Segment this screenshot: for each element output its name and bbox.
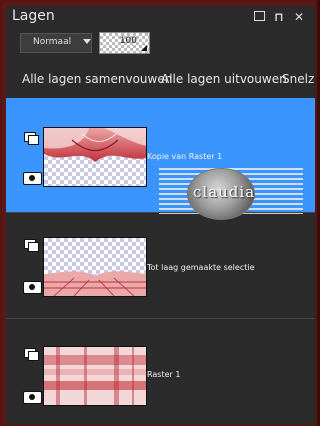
quick-button[interactable]: Snelz — [282, 72, 314, 86]
watermark-text: claudia — [193, 183, 256, 201]
layer-row[interactable]: Tot laag gemaakte selectie — [6, 212, 315, 319]
pin-icon[interactable]: ⊓ — [272, 10, 286, 24]
thumbnail-art — [44, 128, 146, 162]
panel-titlebar[interactable]: Lagen ⊓ ✕ — [6, 6, 315, 28]
visibility-eye-icon[interactable] — [23, 391, 42, 404]
thumbnail-art — [44, 347, 146, 405]
blend-mode-value: Normaal — [33, 37, 72, 47]
opacity-value: 100 — [119, 36, 137, 46]
chevron-down-icon — [83, 39, 91, 44]
restore-icon[interactable] — [252, 10, 266, 24]
window-frame: Lagen ⊓ ✕ Normaal 100 Alle lagen samenvo… — [0, 0, 317, 426]
layer-thumbnail[interactable] — [43, 346, 147, 406]
layer-name: Tot laag gemaakte selectie — [147, 263, 255, 272]
close-icon[interactable]: ✕ — [292, 10, 306, 24]
blend-mode-dropdown[interactable]: Normaal — [20, 33, 92, 53]
opacity-field[interactable]: 100 — [99, 32, 150, 54]
layer-row[interactable]: Raster 1 — [6, 318, 315, 424]
layer-name: Raster 1 — [147, 370, 181, 379]
panel-title: Lagen — [12, 8, 55, 24]
layer-thumbnail[interactable] — [43, 127, 147, 187]
visibility-eye-icon[interactable] — [23, 172, 42, 185]
slider-pointer-icon — [141, 45, 147, 51]
merge-all-button[interactable]: Alle lagen samenvouwen — [22, 72, 172, 86]
layer-name: Kopie van Raster 1 — [147, 152, 223, 161]
layer-thumbnail[interactable] — [43, 237, 147, 297]
raster-layer-icon[interactable] — [24, 239, 39, 252]
thumbnail-art — [44, 271, 146, 296]
layers-toolbar: Alle lagen samenvouwen Alle lagen uitvou… — [6, 64, 315, 96]
watermark-logo: claudia — [159, 164, 303, 222]
raster-layer-icon[interactable] — [24, 348, 39, 361]
expand-all-button[interactable]: Alle lagen uitvouwen — [161, 72, 287, 86]
raster-layer-icon[interactable] — [24, 132, 39, 145]
layers-panel: Lagen ⊓ ✕ Normaal 100 Alle lagen samenvo… — [6, 6, 315, 424]
visibility-eye-icon[interactable] — [23, 281, 42, 294]
